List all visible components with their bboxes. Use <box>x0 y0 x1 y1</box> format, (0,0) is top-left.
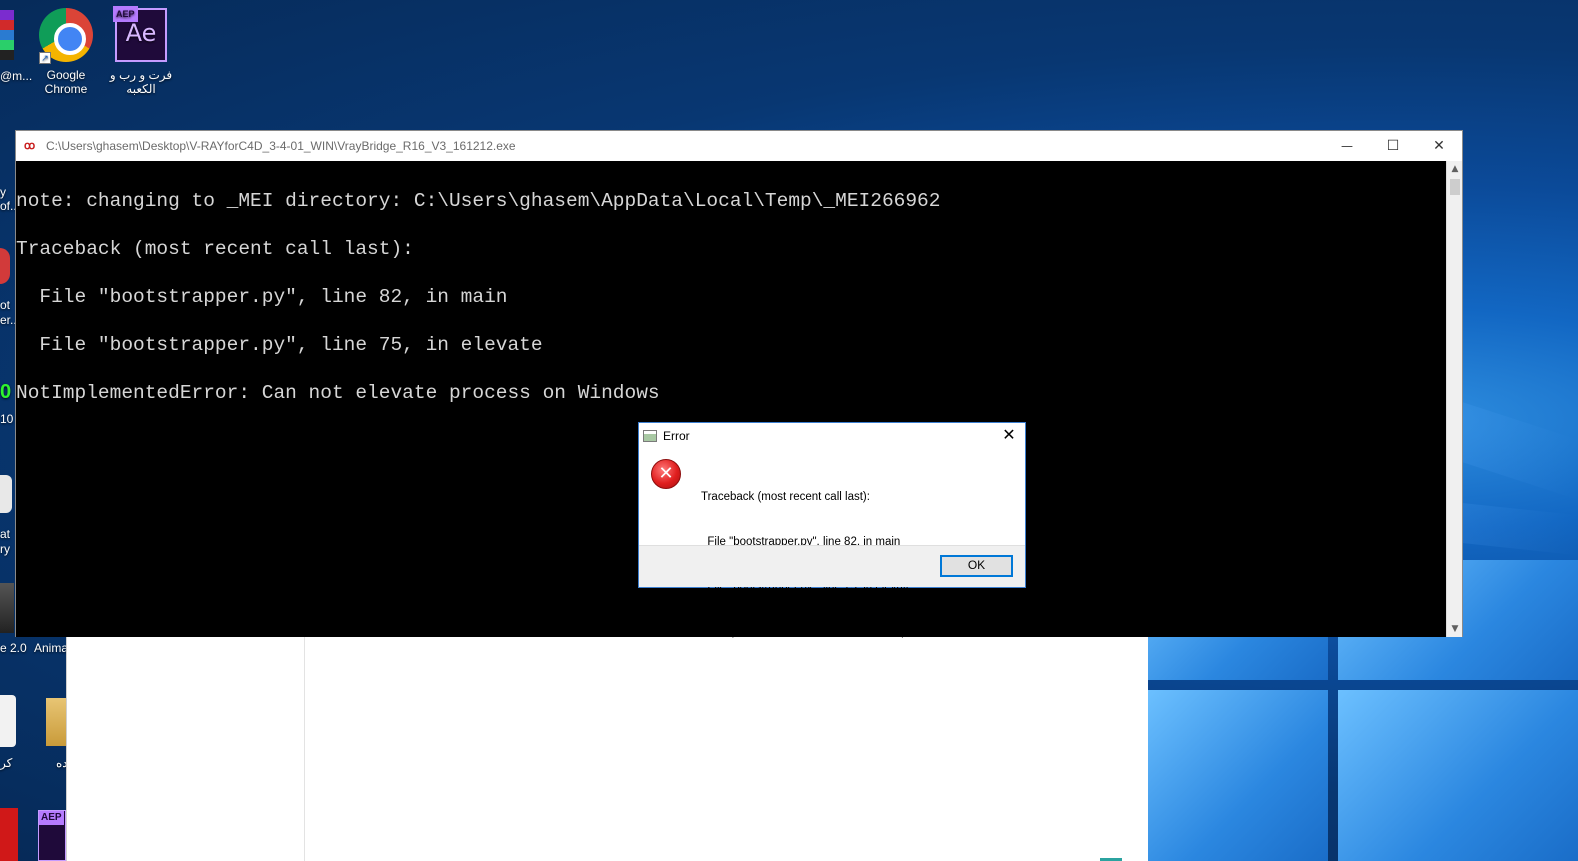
app-icon[interactable] <box>0 808 18 861</box>
dialog-title: Error <box>663 429 690 443</box>
scroll-up-arrow-icon[interactable]: ▲ <box>1447 161 1463 177</box>
close-icon: ✕ <box>1002 425 1016 444</box>
edge-label: Anima <box>34 641 69 655</box>
document-icon[interactable] <box>0 475 12 513</box>
icon-label: Chrome <box>44 82 88 96</box>
icon-label: Google <box>46 68 86 82</box>
message-line: Traceback (most recent call last): <box>701 491 870 503</box>
maximize-icon: ☐ <box>1386 138 1400 154</box>
console-title: C:\Users\ghasem\Desktop\V-RAYforC4D_3-4-… <box>46 139 516 153</box>
archive-icon[interactable] <box>0 10 14 60</box>
icon-label: فرت و رب و <box>109 68 173 82</box>
icon-label: الكعبه <box>126 82 156 96</box>
chrome-icon: ↗ <box>39 8 93 64</box>
console-scrollbar[interactable]: ▲ ▼ <box>1446 161 1462 637</box>
dialog-titlebar[interactable]: Error ✕ <box>639 423 1025 449</box>
close-button[interactable]: ✕ <box>1416 131 1462 161</box>
edge-label: y <box>0 185 6 199</box>
after-effects-project-icon: AEP Ae <box>113 6 167 62</box>
edge-label: ot <box>0 298 11 312</box>
scroll-down-arrow-icon[interactable]: ▼ <box>1447 621 1463 637</box>
file-icon[interactable] <box>0 695 16 747</box>
ae-logo-text: Ae <box>125 19 157 47</box>
edge-label: e 2.0 <box>0 641 27 655</box>
error-icon: ✕ <box>651 459 681 489</box>
desktop-icon-after-effects-project[interactable]: AEP Ae فرت و رب و الكعبه <box>101 6 181 96</box>
shortcut-arrow-icon: ↗ <box>39 52 51 64</box>
console-line: File "bootstrapper.py", line 82, in main <box>16 286 508 308</box>
ok-button[interactable]: OK <box>940 555 1013 577</box>
window-app-icon <box>643 430 657 442</box>
dialog-footer: OK <box>639 545 1025 587</box>
console-line: note: changing to _MEI directory: C:\Use… <box>16 190 941 212</box>
after-effects-project-icon[interactable]: AEP <box>38 810 66 861</box>
edge-label: @m... <box>0 69 33 83</box>
minimize-button[interactable]: — <box>1324 131 1370 161</box>
minimize-icon: — <box>1341 139 1353 153</box>
console-line: NotImplementedError: Can not elevate pro… <box>16 382 660 404</box>
aep-badge: AEP <box>39 811 64 825</box>
close-icon: ✕ <box>1433 138 1445 154</box>
pane-divider <box>304 636 305 861</box>
console-line: Traceback (most recent call last): <box>16 238 414 260</box>
console-titlebar[interactable]: ꝏ C:\Users\ghasem\Desktop\V-RAYforC4D_3-… <box>16 131 1462 161</box>
edge-label: کر <box>0 756 13 770</box>
dialog-close-button[interactable]: ✕ <box>999 425 1019 445</box>
edge-label: ry <box>0 542 10 556</box>
vray-app-icon: ꝏ <box>24 140 36 152</box>
maximize-button[interactable]: ☐ <box>1370 131 1416 161</box>
app-icon[interactable] <box>0 583 14 633</box>
folder-icon[interactable] <box>46 698 66 746</box>
message-line: NotImplementedError: Can not elevate pro… <box>701 626 1008 638</box>
console-line: File "bootstrapper.py", line 75, in elev… <box>16 334 543 356</box>
error-dialog[interactable]: Error ✕ ✕ Traceback (most recent call la… <box>638 422 1026 638</box>
scroll-thumb[interactable] <box>1450 179 1460 195</box>
edge-label: at <box>0 527 11 541</box>
desktop-icon-google-chrome[interactable]: ↗ Google Chrome <box>26 8 106 96</box>
app-icon[interactable] <box>0 248 10 284</box>
edge-green-icon-text: 0 <box>0 381 12 403</box>
edge-label: 10 <box>0 412 14 426</box>
